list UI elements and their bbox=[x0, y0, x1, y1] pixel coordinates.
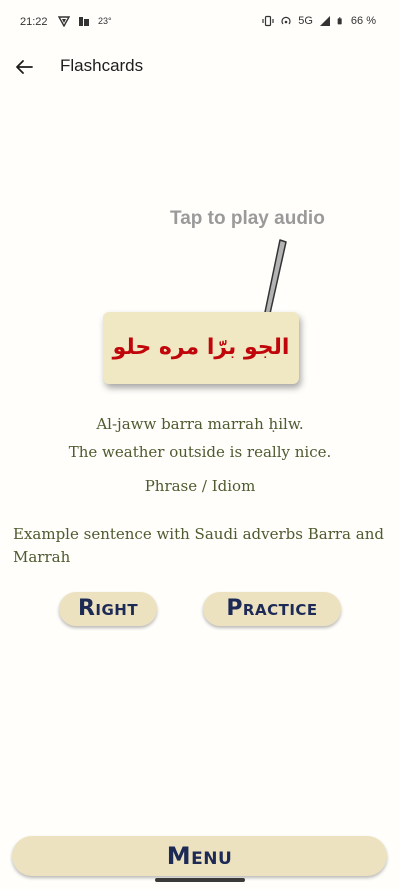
network-label: 5G bbox=[298, 15, 313, 27]
flashcard-audio-button[interactable]: الجو برّا مره حلو bbox=[103, 312, 299, 384]
app-bar: Flashcards bbox=[0, 44, 400, 90]
category-label: Phrase / Idiom bbox=[144, 477, 256, 495]
battery-icon bbox=[337, 17, 342, 25]
right-button[interactable]: Right bbox=[59, 592, 157, 626]
battery-percent: 66 % bbox=[350, 15, 376, 27]
arabic-phrase: الجو برّا مره حلو bbox=[112, 335, 290, 360]
back-arrow-icon[interactable] bbox=[12, 55, 36, 79]
status-bar: 21:22 23° 5G 66 % bbox=[0, 0, 400, 44]
translation: The weather outside is really nice. bbox=[68, 443, 332, 461]
vibrate-icon bbox=[262, 15, 274, 27]
practice-button[interactable]: Practice bbox=[203, 592, 341, 626]
transliteration: Al-jaww barra marrah ḥilw. bbox=[96, 415, 304, 433]
status-time: 21:22 bbox=[20, 16, 48, 28]
menu-button[interactable]: Menu bbox=[12, 836, 387, 876]
signal-icon bbox=[319, 16, 330, 26]
home-indicator[interactable] bbox=[155, 878, 245, 882]
audio-hint: Tap to play audio bbox=[170, 208, 325, 229]
page-title: Flashcards bbox=[60, 56, 144, 75]
vpn-shield-icon bbox=[58, 16, 70, 27]
status-temperature: 23° bbox=[98, 16, 112, 26]
weather-building-icon bbox=[79, 17, 89, 26]
hotspot-icon bbox=[281, 16, 291, 25]
example-note: Example sentence with Saudi adverbs Barr… bbox=[13, 525, 384, 566]
